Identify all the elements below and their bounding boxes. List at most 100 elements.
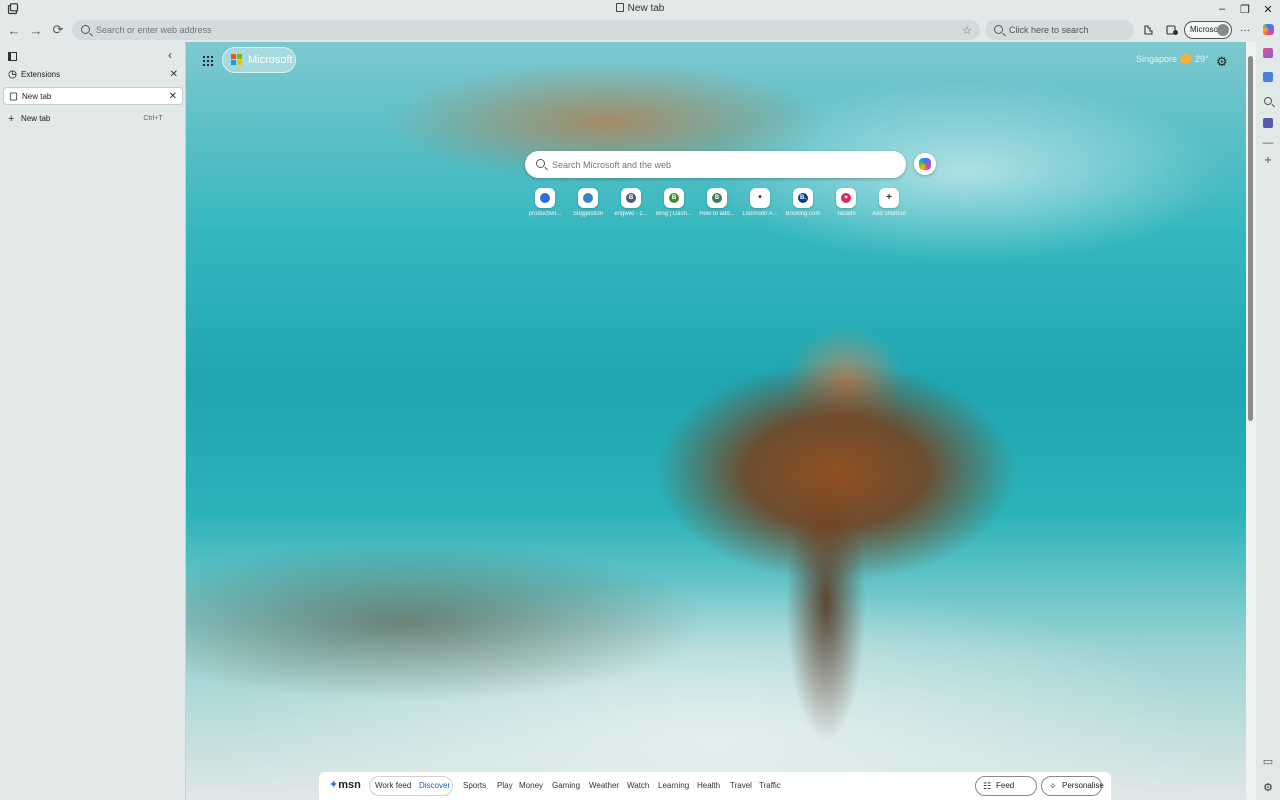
quick-link-label: engwiki - z...	[614, 211, 648, 217]
quick-link[interactable]: B Bing | Dash...	[652, 188, 696, 224]
site-favicon-icon: B	[669, 193, 679, 203]
feed-nav-item[interactable]: Travel	[730, 781, 752, 790]
hide-sidebar-icon[interactable]: ▭	[1261, 754, 1275, 768]
feed-layout-icon: ☷	[983, 781, 992, 791]
quick-link-label: Suggestion	[572, 211, 604, 217]
weather-location: Singapore	[1136, 54, 1178, 64]
quick-link[interactable]: Suggestion	[566, 188, 610, 224]
quick-link-tile: •	[750, 188, 770, 208]
collections-icon[interactable]	[1166, 24, 1179, 36]
feed-layout-button[interactable]: ☷ Feed layout	[975, 776, 1037, 800]
page-icon	[9, 92, 18, 101]
page-icon	[615, 3, 624, 12]
web-search-placeholder: Click here to search	[1009, 25, 1089, 35]
personalise-icon: ✧	[1049, 781, 1057, 791]
extensions-icon	[8, 70, 17, 79]
main-search-input[interactable]	[552, 151, 892, 178]
collapse-pane-button[interactable]: ‹	[168, 48, 172, 62]
rail-divider: —	[1262, 137, 1274, 149]
feed-nav-item[interactable]: Money	[519, 781, 543, 790]
feed-nav-item[interactable]: Health	[697, 781, 720, 790]
translate-icon[interactable]	[1261, 70, 1275, 84]
minimize-button[interactable]: –	[1211, 0, 1233, 18]
personalise-button[interactable]: ✧ Personalise	[1041, 776, 1104, 796]
quick-link-tile	[578, 188, 598, 208]
window-title-text: New tab	[627, 3, 665, 14]
app-launcher-icon[interactable]	[203, 56, 213, 66]
avatar	[1217, 24, 1229, 36]
tab-new-tab[interactable]: New tab ✕	[3, 87, 183, 105]
quick-link-label: productivit...	[528, 211, 562, 217]
microsoft-logo[interactable]: Microsoft	[222, 47, 296, 73]
close-tab-icon[interactable]: ✕	[169, 88, 177, 106]
quick-link[interactable]: B How to add...	[695, 188, 739, 224]
add-app-icon[interactable]: +	[1261, 152, 1275, 167]
personalise-label: Personalise	[1062, 781, 1104, 790]
feed-nav-item[interactable]: Weather	[589, 781, 619, 790]
new-tab-button[interactable]: + New tab Ctrl+T	[3, 110, 183, 128]
feed-nav-item[interactable]: Watch	[627, 781, 649, 790]
quick-link-label: Tacado	[836, 211, 856, 217]
feed-nav-item[interactable]: Work feed	[375, 781, 411, 790]
forward-button[interactable]: →	[27, 21, 45, 39]
close-window-button[interactable]: ✕	[1257, 0, 1279, 18]
quick-link[interactable]: ♥ Tacado	[824, 188, 868, 224]
quick-link-tile: B	[664, 188, 684, 208]
plus-icon: +	[8, 113, 15, 125]
quick-link[interactable]: + Add shortcut	[867, 188, 911, 224]
profile-button[interactable]: Microsoft	[1184, 21, 1232, 39]
close-tab-icon[interactable]: ✕	[170, 66, 178, 84]
quick-link-tile: B.	[793, 188, 813, 208]
quick-link[interactable]: Bengwiki - z...	[609, 188, 653, 224]
msn-logo[interactable]: ✦msn	[329, 778, 361, 791]
site-favicon-icon: B	[626, 193, 636, 203]
site-favicon-icon	[583, 193, 593, 203]
page-settings-icon[interactable]: ⚙	[1216, 54, 1228, 70]
main-search-box[interactable]	[525, 151, 906, 178]
quick-link-label: Loomodo A...	[742, 211, 778, 217]
search-icon[interactable]	[1261, 94, 1275, 108]
tab-label: Extensions	[21, 70, 61, 79]
tab-pane-icon[interactable]	[8, 52, 17, 61]
tab-extensions[interactable]: Extensions ✕	[3, 66, 183, 84]
weather-widget[interactable]: Singapore 29°	[1136, 54, 1209, 64]
feed-nav-item[interactable]: Gaming	[552, 781, 580, 790]
search-icon	[536, 159, 545, 168]
quick-link-tile: B	[707, 188, 727, 208]
brand-label: Microsoft	[248, 54, 293, 66]
sidebar-settings-icon[interactable]: ⚙	[1261, 780, 1275, 794]
copilot-button[interactable]	[914, 153, 936, 175]
shopping-icon[interactable]	[1261, 46, 1275, 60]
web-search-box[interactable]: Click here to search	[985, 20, 1134, 40]
quick-link[interactable]: • Loomodo A...	[738, 188, 782, 224]
teams-icon[interactable]	[1261, 116, 1275, 130]
window-title: New tab	[0, 3, 1280, 14]
extensions-icon[interactable]	[1142, 24, 1154, 36]
copilot-icon	[919, 158, 931, 170]
quick-link[interactable]: B. Booking.com	[781, 188, 825, 224]
feed-layout-label: Feed layout	[996, 781, 1017, 800]
feed-nav-item[interactable]: Sports	[463, 781, 486, 790]
back-button[interactable]: ←	[5, 21, 23, 39]
scrollbar-thumb[interactable]	[1248, 56, 1253, 421]
feed-nav-item[interactable]: Discover	[419, 781, 450, 790]
refresh-button[interactable]: ⟳	[49, 21, 67, 39]
quick-link-label: How to add...	[699, 211, 735, 217]
search-icon	[994, 25, 1003, 34]
address-bar[interactable]: ☆	[72, 20, 980, 40]
quick-link-tile: ♥	[836, 188, 856, 208]
feed-nav-item[interactable]: Play	[497, 781, 513, 790]
vertical-tabs-pane: ‹ Extensions ✕ New tab ✕ + New tab Ctrl+…	[0, 42, 186, 800]
new-tab-shortcut: Ctrl+T	[143, 115, 163, 122]
site-favicon-icon: B.	[798, 193, 808, 203]
copilot-rail-icon[interactable]	[1261, 22, 1275, 36]
more-options-button[interactable]: ···	[1236, 21, 1254, 39]
site-favicon-icon: ♥	[841, 193, 851, 203]
feed-nav-item[interactable]: Learning	[658, 781, 689, 790]
quick-link[interactable]: productivit...	[523, 188, 567, 224]
feed-nav-item[interactable]: Traffic	[759, 781, 781, 790]
scrollbar[interactable]	[1246, 42, 1256, 800]
restore-button[interactable]: ❐	[1234, 0, 1256, 18]
favorite-star-icon[interactable]: ☆	[962, 24, 972, 37]
address-input[interactable]	[96, 20, 956, 40]
